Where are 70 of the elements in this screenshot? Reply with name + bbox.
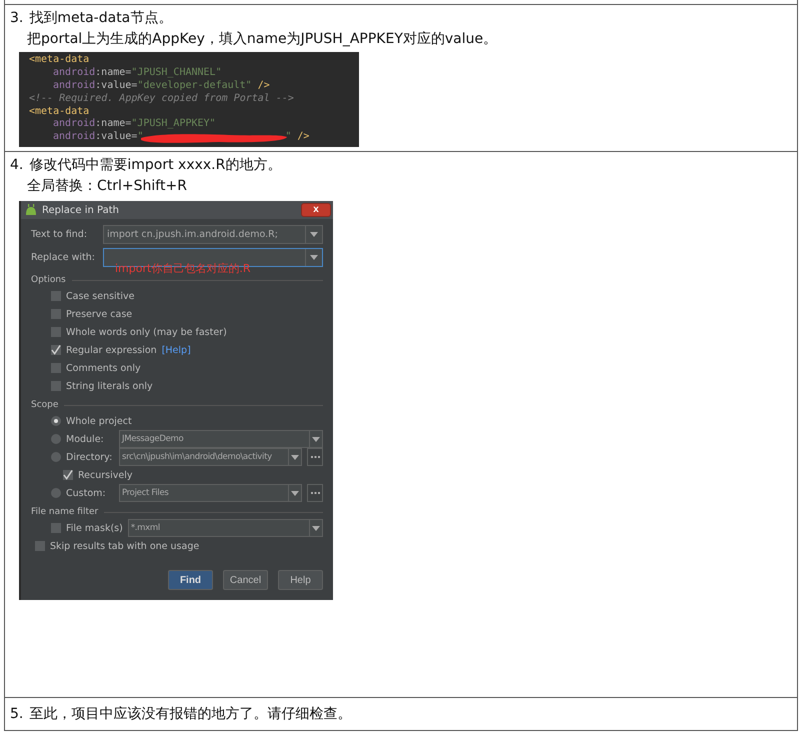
option-label: Comments only bbox=[66, 362, 141, 375]
instruction-text: 把portal上为生成的AppKey，填入name为JPUSH_APPKEY对应的value。 bbox=[26, 30, 498, 49]
section-title: File name filter bbox=[31, 507, 98, 518]
browse-button[interactable] bbox=[307, 448, 323, 466]
dropdown-field[interactable]: Project Files bbox=[119, 484, 302, 502]
caret-icon bbox=[310, 232, 318, 238]
option-label: Whole words only (may be faster) bbox=[66, 326, 227, 339]
code-line: <meta-data bbox=[29, 54, 90, 67]
step-title: 至此，项目中应该没有报错的地方了。请仔细检查。 bbox=[29, 705, 352, 724]
android-icon bbox=[25, 204, 37, 216]
option-label: Case sensitive bbox=[66, 290, 135, 303]
window-title: Replace in Path bbox=[42, 204, 120, 216]
instruction-text: 全局替换：Ctrl+Shift+R bbox=[26, 177, 188, 196]
option-label: String literals only bbox=[66, 380, 153, 393]
checkbox[interactable] bbox=[51, 523, 61, 534]
checkbox[interactable] bbox=[51, 291, 61, 302]
checkbox[interactable] bbox=[51, 345, 61, 356]
option-label: Whole project bbox=[66, 414, 132, 428]
option-label: Regular expression bbox=[66, 344, 157, 357]
radio-button[interactable] bbox=[51, 452, 61, 462]
option-label: Preserve case bbox=[66, 308, 132, 321]
field-label: Replace with: bbox=[31, 250, 96, 265]
option-label: Skip results tab with one usage bbox=[50, 540, 200, 553]
checkbox[interactable] bbox=[51, 381, 61, 392]
field-label: Text to find: bbox=[31, 228, 88, 242]
option-label: File mask(s) bbox=[66, 522, 123, 535]
code-line: android:name="JPUSH_CHANNEL" bbox=[52, 66, 222, 80]
code-line: <!-- Required. AppKey copied from Portal --> bbox=[29, 92, 294, 106]
check-icon bbox=[51, 345, 61, 356]
option-label: Custom: bbox=[66, 486, 107, 500]
caret-icon bbox=[291, 490, 299, 496]
code-line: android:value=" " /> bbox=[52, 131, 310, 144]
dialog-button[interactable]: Help bbox=[278, 570, 323, 590]
radio-button[interactable] bbox=[51, 434, 61, 444]
caret-icon bbox=[312, 436, 320, 442]
dropdown-field[interactable]: src\cn\jpush\im\android\demo\activity bbox=[119, 448, 302, 466]
browse-button[interactable] bbox=[307, 484, 323, 502]
checkbox[interactable] bbox=[35, 541, 45, 552]
check-icon bbox=[63, 470, 73, 480]
caret-icon bbox=[312, 526, 320, 531]
caret-icon bbox=[291, 454, 299, 460]
checkbox[interactable] bbox=[51, 327, 61, 338]
ellipsis-icon bbox=[310, 492, 320, 494]
dialog-button[interactable]: Cancel bbox=[223, 570, 268, 590]
option-label: Directory: bbox=[66, 450, 114, 464]
step-title: 修改代码中需要import xxxx.R的地方。 bbox=[29, 156, 282, 176]
close-button[interactable]: x bbox=[301, 203, 331, 218]
radio-button[interactable] bbox=[51, 488, 61, 498]
checkbox[interactable] bbox=[51, 363, 61, 374]
step-title: 找到meta-data节点。 bbox=[29, 9, 172, 28]
section-title: Scope bbox=[31, 400, 58, 410]
dialog-button[interactable]: Find bbox=[168, 570, 213, 590]
code-line: android:name="JPUSH_APPKEY" bbox=[52, 118, 216, 131]
step-number: 3. bbox=[10, 9, 24, 28]
radio-button[interactable] bbox=[51, 416, 61, 426]
step-number: 5. bbox=[10, 705, 24, 724]
step-number: 4. bbox=[10, 156, 24, 176]
dropdown-field[interactable]: *.mxml bbox=[128, 519, 323, 538]
checkbox[interactable] bbox=[51, 309, 61, 320]
section-title: Options bbox=[31, 275, 66, 286]
code-line: android:value="developer-default" /> bbox=[52, 80, 270, 93]
code-line: <meta-data bbox=[29, 106, 90, 118]
option-label: Module: bbox=[66, 432, 105, 446]
checkbox[interactable] bbox=[63, 470, 73, 480]
help-link[interactable]: [Help] bbox=[162, 344, 191, 356]
ellipsis-icon bbox=[310, 456, 320, 458]
option-label: Recursively bbox=[78, 468, 132, 482]
dropdown-field[interactable]: JMessageDemo bbox=[119, 430, 323, 448]
caret-icon bbox=[310, 255, 318, 260]
input-field[interactable]: import cn.jpush.im.android.demo.R; bbox=[103, 225, 323, 244]
